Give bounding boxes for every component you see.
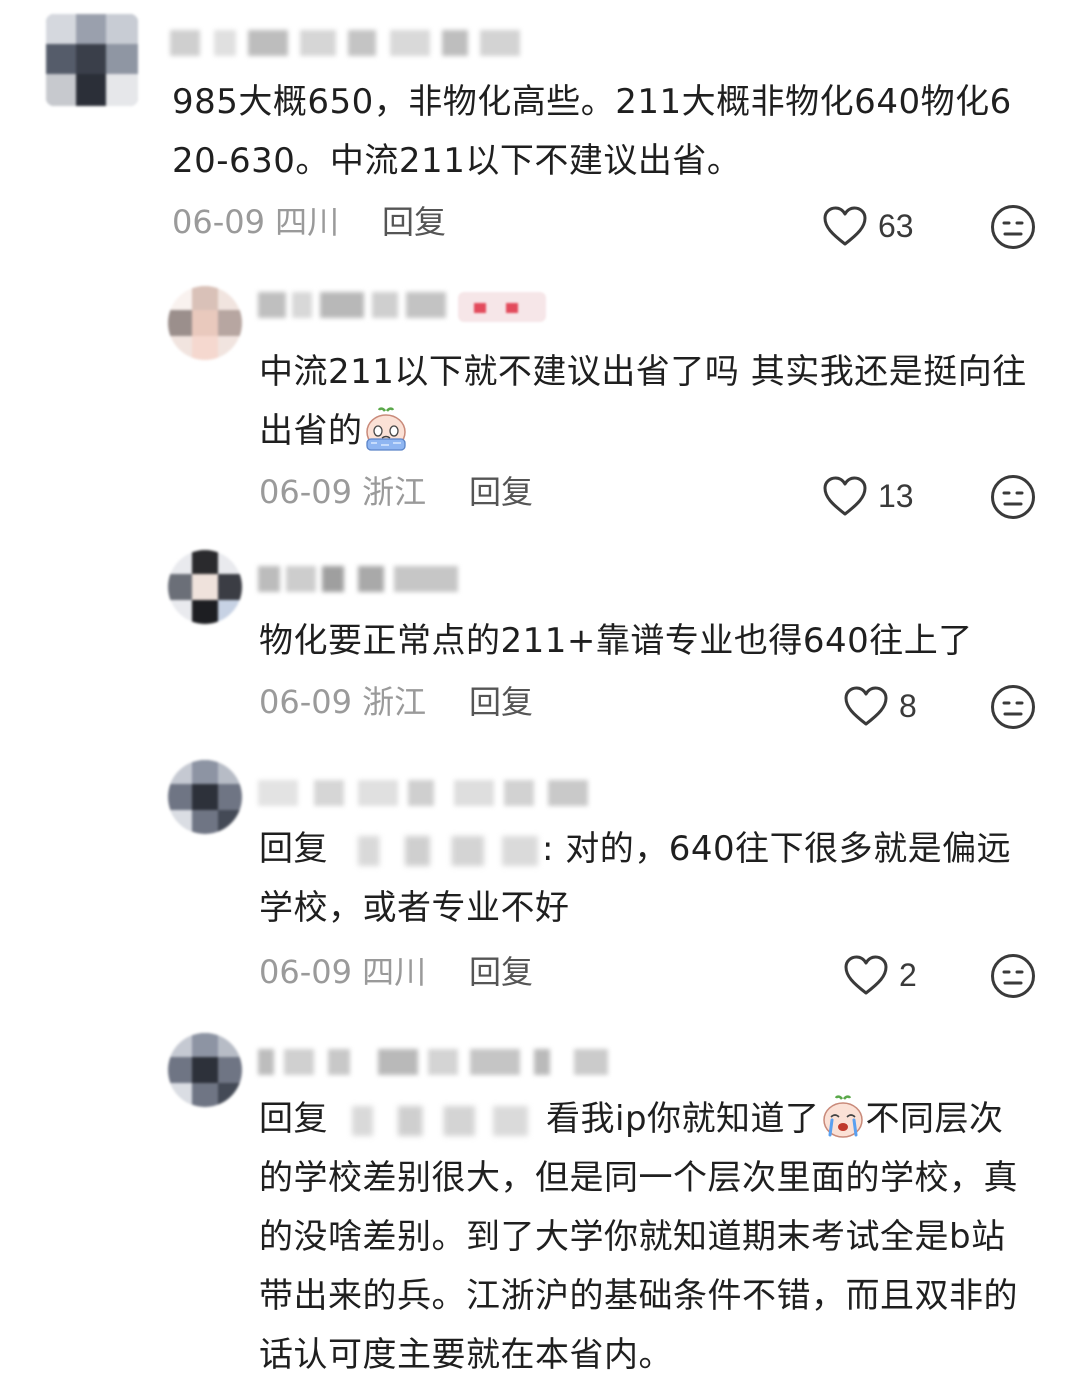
comment-text: 中流211以下就不建议出省了吗 其实我还是挺向往出省的 (259, 343, 1029, 461)
comment-meta: 06-09 浙江 回复 (259, 680, 1059, 724)
comment-text: 物化要正常点的211+靠谱专业也得640往上了 (259, 621, 973, 661)
like-button[interactable]: 8 (843, 684, 917, 728)
comment-text: 985大概650，非物化高些。211大概非物化640物化620-630。中流21… (172, 82, 1012, 181)
username-blurred[interactable] (258, 292, 448, 318)
heart-icon (822, 205, 868, 247)
comment-date-location: 06-09 四川 (172, 203, 340, 241)
heart-icon (843, 954, 889, 996)
comment-text-main: 看我ip你就知道了 (546, 1099, 820, 1139)
heart-icon (822, 475, 868, 517)
dislike-button[interactable] (989, 683, 1037, 731)
comment-meta: 06-09 浙江 回复 (259, 470, 1059, 514)
dislike-button[interactable] (989, 203, 1037, 251)
like-count: 13 (878, 477, 914, 514)
dislike-button[interactable] (989, 952, 1037, 1000)
crying-face-emoji (363, 406, 409, 453)
reply-button[interactable]: 回复 (469, 470, 533, 514)
like-button[interactable]: 13 (822, 474, 914, 518)
dislike-button[interactable] (989, 473, 1037, 521)
comment-item: 物化要正常点的211+靠谱专业也得640往上了 06-09 浙江 回复 8 (0, 540, 1080, 740)
avatar[interactable] (168, 550, 242, 624)
like-count: 2 (899, 956, 917, 993)
neutral-face-icon (989, 954, 1037, 1004)
user-badge (458, 292, 546, 322)
mentioned-username-blurred[interactable] (352, 1105, 528, 1136)
comment-date-location: 06-09 浙江 (259, 473, 427, 511)
like-button[interactable]: 63 (822, 204, 914, 248)
comment-text-continued: 不同层次的学校差别很大，但是同一个层次里面的学校，真的没啥差别。到了大学你就知道… (259, 1099, 1018, 1375)
like-count: 63 (878, 207, 914, 244)
mentioned-username-blurred[interactable] (358, 835, 538, 866)
like-button[interactable]: 2 (843, 953, 917, 997)
comment-text: 回复 看我ip你就知道了 不同层次的学校差别很大，但是同一个层次里面的学校，真的没啥… (259, 1090, 1029, 1385)
reply-prefix: 回复 (259, 1099, 328, 1139)
comment-meta: 06-09 四川 回复 (172, 200, 1052, 244)
neutral-face-icon (989, 685, 1037, 735)
comment-date-location: 06-09 浙江 (259, 683, 427, 721)
avatar[interactable] (168, 760, 242, 834)
avatar[interactable] (168, 1033, 242, 1107)
comment-item: 985大概650，非物化高些。211大概非物化640物化620-630。中流21… (0, 0, 1080, 260)
reply-button[interactable]: 回复 (469, 680, 533, 724)
comment-item: 回复 看我ip你就知道了 不同层次的学校差别很大，但是同一个层次里面的学校，真的没啥… (0, 1025, 1080, 1380)
username-blurred[interactable] (258, 1049, 608, 1075)
neutral-face-icon (989, 205, 1037, 255)
like-count: 8 (899, 687, 917, 724)
reply-button[interactable]: 回复 (469, 950, 533, 994)
reply-button[interactable]: 回复 (382, 200, 446, 244)
avatar[interactable] (168, 286, 242, 360)
crying-face-emoji (820, 1094, 866, 1141)
comment-item: 中流211以下就不建议出省了吗 其实我还是挺向往出省的 06-09 浙江 回复 … (0, 270, 1080, 530)
comment-meta: 06-09 四川 回复 (259, 950, 1059, 994)
heart-icon (843, 685, 889, 727)
neutral-face-icon (989, 475, 1037, 525)
username-blurred[interactable] (258, 780, 618, 806)
comment-item: 回复: 对的，640往下很多就是偏远学校，或者专业不好 06-09 四川 回复 … (0, 750, 1080, 1020)
username-blurred[interactable] (170, 30, 520, 56)
comment-text: 回复: 对的，640往下很多就是偏远学校，或者专业不好 (259, 820, 1029, 938)
comment-date-location: 06-09 四川 (259, 953, 427, 991)
avatar[interactable] (46, 14, 138, 106)
username-blurred[interactable] (258, 566, 458, 592)
reply-prefix: 回复 (259, 829, 328, 869)
